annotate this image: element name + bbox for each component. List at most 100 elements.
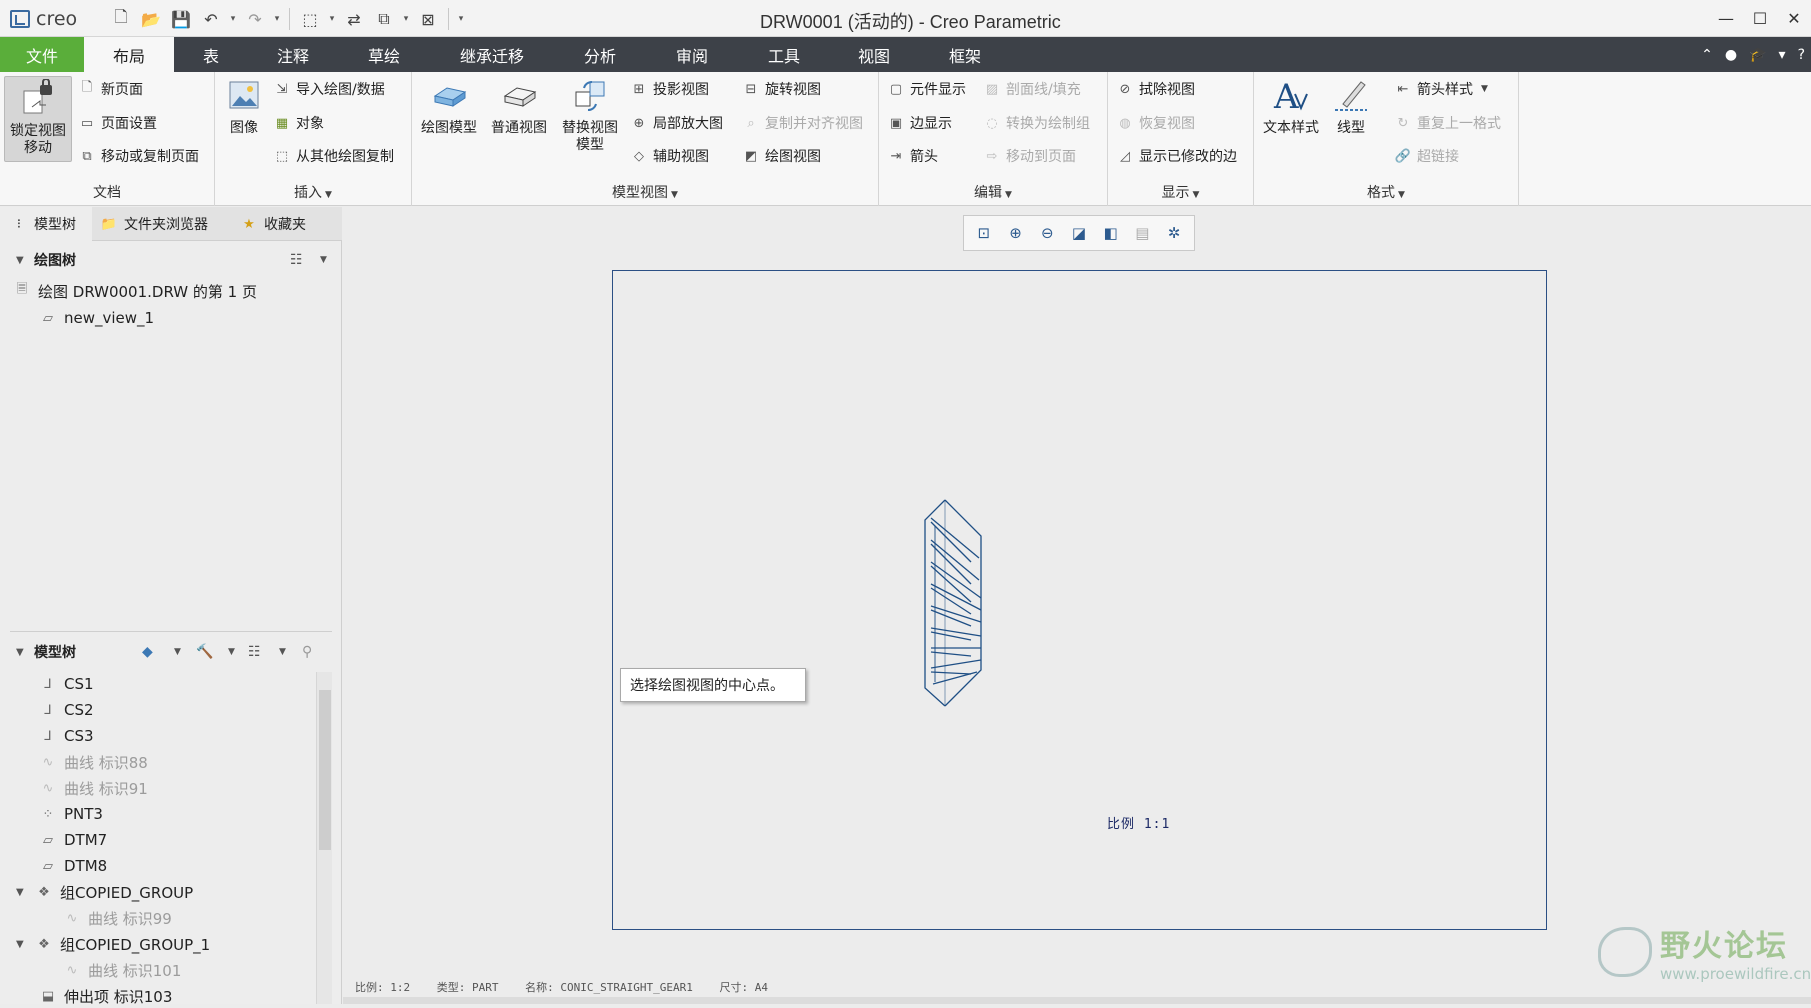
repeat-last-format-button[interactable]: ↻ 重复上一格式 bbox=[1394, 112, 1501, 134]
tab-table[interactable]: 表 bbox=[174, 37, 248, 72]
move-to-page-button[interactable]: ⇨ 移动到页面 bbox=[983, 145, 1076, 167]
replace-view-model-button[interactable]: 替换视图 模型 bbox=[558, 76, 622, 154]
annotation-display-icon[interactable]: ✲ bbox=[1161, 220, 1187, 246]
user-icon[interactable]: ● bbox=[1725, 47, 1737, 63]
edge-display-button[interactable]: ▣ 边显示 bbox=[887, 112, 952, 134]
scrollbar-thumb[interactable] bbox=[319, 690, 331, 850]
model-tree-item[interactable]: ▼ ❖ 组COPIED_GROUP_1 bbox=[16, 932, 210, 956]
arrow-style-button[interactable]: ⇤ 箭头样式 ▼ bbox=[1394, 78, 1488, 100]
copy-from-other-drawing-button[interactable]: ⬚ 从其他绘图复制 bbox=[273, 145, 394, 167]
gear-model-view[interactable] bbox=[919, 498, 999, 708]
group-model-views-label[interactable]: 模型视图 ▼ bbox=[412, 182, 878, 202]
tree-settings-dropdown-icon[interactable]: ▼ bbox=[320, 255, 327, 265]
component-display-button[interactable]: ▢ 元件显示 bbox=[887, 78, 966, 100]
lock-view-move-button[interactable]: 锁定视图 移动 bbox=[4, 76, 72, 162]
group-display-label[interactable]: 显示 ▼ bbox=[1108, 182, 1253, 202]
new-page-button[interactable]: 🗋 新页面 bbox=[78, 78, 143, 100]
open-folder-icon[interactable]: 📂 bbox=[138, 6, 164, 32]
group-insert-label[interactable]: 插入 ▼ bbox=[215, 182, 411, 202]
tab-sketch[interactable]: 草绘 bbox=[338, 37, 430, 72]
model-tree-item[interactable]: ∿ 曲线 标识88 bbox=[38, 750, 148, 774]
drawing-view-button[interactable]: ◩ 绘图视图 bbox=[742, 145, 821, 167]
group-format-label[interactable]: 格式 ▼ bbox=[1254, 182, 1518, 202]
new-file-icon[interactable]: 🗋 bbox=[108, 6, 134, 32]
expand-triangle-icon[interactable]: ▼ bbox=[16, 939, 28, 950]
tab-framework[interactable]: 框架 bbox=[918, 37, 1012, 72]
help-icon[interactable]: ? bbox=[1798, 47, 1805, 63]
learning-connector-icon[interactable]: 🎓 bbox=[1749, 47, 1766, 63]
model-tree-item[interactable]: ∿ 曲线 标识101 bbox=[62, 958, 182, 982]
projection-view-button[interactable]: ⊞ 投影视图 bbox=[630, 78, 709, 100]
save-icon[interactable]: 💾 bbox=[168, 6, 194, 32]
model-tree-item[interactable]: ⅃ CS1 bbox=[38, 672, 93, 696]
model-display-icon[interactable]: ◆ bbox=[142, 644, 153, 660]
tab-review[interactable]: 审阅 bbox=[646, 37, 738, 72]
tab-folder-browser[interactable]: 📁 文件夹浏览器 bbox=[100, 207, 232, 241]
collapse-ribbon-icon[interactable]: ⌃ bbox=[1701, 47, 1713, 63]
select-dropdown-icon[interactable]: ▾ bbox=[327, 6, 337, 32]
datum-display-icon[interactable]: ▤ bbox=[1129, 220, 1155, 246]
tab-favorites[interactable]: ★ 收藏夹 bbox=[240, 207, 332, 241]
tab-tools[interactable]: 工具 bbox=[738, 37, 830, 72]
import-data-button[interactable]: ⇲ 导入绘图/数据 bbox=[273, 78, 385, 100]
regenerate-icon[interactable]: ⇄ bbox=[341, 6, 367, 32]
model-tree-item[interactable]: ⅃ CS3 bbox=[38, 724, 93, 748]
hyperlink-button[interactable]: 🔗 超链接 bbox=[1394, 145, 1459, 167]
display-style-icon[interactable]: ◧ bbox=[1098, 220, 1124, 246]
expand-triangle-icon[interactable]: ▼ bbox=[16, 887, 28, 898]
model-tree-header[interactable]: ▼ 模型树 ◆ ▼ 🔨 ▼ ☷ ▼ ⚲ bbox=[0, 637, 342, 667]
group-edit-label[interactable]: 编辑 ▼ bbox=[879, 182, 1107, 202]
tab-analysis[interactable]: 分析 bbox=[554, 37, 646, 72]
hatching-button[interactable]: ▨ 剖面线/填充 bbox=[983, 78, 1081, 100]
collapse-triangle-icon[interactable]: ▼ bbox=[16, 255, 28, 266]
model-tree-item[interactable]: ⬓ 伸出项 标识103 bbox=[38, 984, 173, 1008]
tree-tools-dropdown-icon[interactable]: ▼ bbox=[228, 647, 235, 657]
model-tree-scrollbar[interactable] bbox=[316, 672, 332, 1004]
model-tree-item[interactable]: ▱ DTM7 bbox=[38, 828, 107, 852]
tree-settings-dropdown-icon[interactable]: ▼ bbox=[279, 647, 286, 657]
minimize-icon[interactable]: — bbox=[1709, 0, 1743, 37]
erase-view-button[interactable]: ⊘ 拭除视图 bbox=[1116, 78, 1195, 100]
tab-layout[interactable]: 布局 bbox=[84, 37, 174, 72]
zoom-out-icon[interactable]: ⊖ bbox=[1034, 220, 1060, 246]
model-tree-item[interactable]: ∿ 曲线 标识99 bbox=[62, 906, 172, 930]
show-modified-edges-button[interactable]: ◿ 显示已修改的边 bbox=[1116, 145, 1237, 167]
collapse-triangle-icon[interactable]: ▼ bbox=[16, 647, 28, 658]
resume-view-button[interactable]: ◍ 恢复视图 bbox=[1116, 112, 1195, 134]
learning-dropdown-icon[interactable]: ▾ bbox=[1779, 47, 1786, 63]
drawing-model-button[interactable]: 绘图模型 bbox=[418, 76, 480, 137]
drawing-tree-header[interactable]: ▼ 绘图树 ☷ ▼ bbox=[0, 245, 342, 275]
customize-toolbar-icon[interactable]: ▾ bbox=[456, 6, 466, 32]
view-scale-note[interactable]: 比例 1:1 bbox=[1107, 813, 1170, 832]
model-tree-item[interactable]: ▼ ❖ 组COPIED_GROUP bbox=[16, 880, 193, 904]
model-display-dropdown-icon[interactable]: ▼ bbox=[174, 647, 181, 657]
tab-file[interactable]: 文件 bbox=[0, 37, 84, 72]
model-tree-item[interactable]: ∿ 曲线 标识91 bbox=[38, 776, 148, 800]
zoom-in-icon[interactable]: ⊕ bbox=[1003, 220, 1029, 246]
page-setup-button[interactable]: ▭ 页面设置 bbox=[78, 112, 157, 134]
repaint-icon[interactable]: ◪ bbox=[1066, 220, 1092, 246]
drawing-sheet[interactable]: 比例 1:1 bbox=[612, 270, 1547, 930]
horizontal-scrollbar[interactable] bbox=[343, 997, 1811, 1004]
windows-dropdown-icon[interactable]: ▾ bbox=[401, 6, 411, 32]
convert-to-draft-button[interactable]: ◌ 转换为绘制组 bbox=[983, 112, 1090, 134]
undo-icon[interactable]: ↶ bbox=[198, 6, 224, 32]
tab-legacy-migration[interactable]: 继承迁移 bbox=[430, 37, 554, 72]
undo-dropdown-icon[interactable]: ▾ bbox=[228, 6, 238, 32]
tree-filter-icon[interactable]: ⚲ bbox=[302, 644, 312, 660]
redo-icon[interactable]: ↷ bbox=[242, 6, 268, 32]
tree-settings-icon[interactable]: ☷ bbox=[290, 252, 303, 268]
move-copy-page-button[interactable]: ⧉ 移动或复制页面 bbox=[78, 145, 199, 167]
tree-settings-icon[interactable]: ☷ bbox=[248, 644, 261, 660]
model-tree-item[interactable]: ▱ DTM8 bbox=[38, 854, 107, 878]
model-tree-item[interactable]: ⁘ PNT3 bbox=[38, 802, 103, 826]
select-box-icon[interactable]: ⬚ bbox=[297, 6, 323, 32]
windows-icon[interactable]: ⧉ bbox=[371, 6, 397, 32]
tree-tools-icon[interactable]: 🔨 bbox=[196, 644, 213, 660]
close-window-icon[interactable]: ⊠ bbox=[415, 6, 441, 32]
model-tree-item[interactable]: ⅃ CS2 bbox=[38, 698, 93, 722]
drawing-view-item[interactable]: ▱ new_view_1 bbox=[38, 306, 154, 330]
tab-model-tree[interactable]: ⁝ 模型树 bbox=[0, 207, 92, 241]
text-style-button[interactable]: A 文本样式 bbox=[1258, 76, 1324, 137]
object-button[interactable]: ▦ 对象 bbox=[273, 112, 324, 134]
